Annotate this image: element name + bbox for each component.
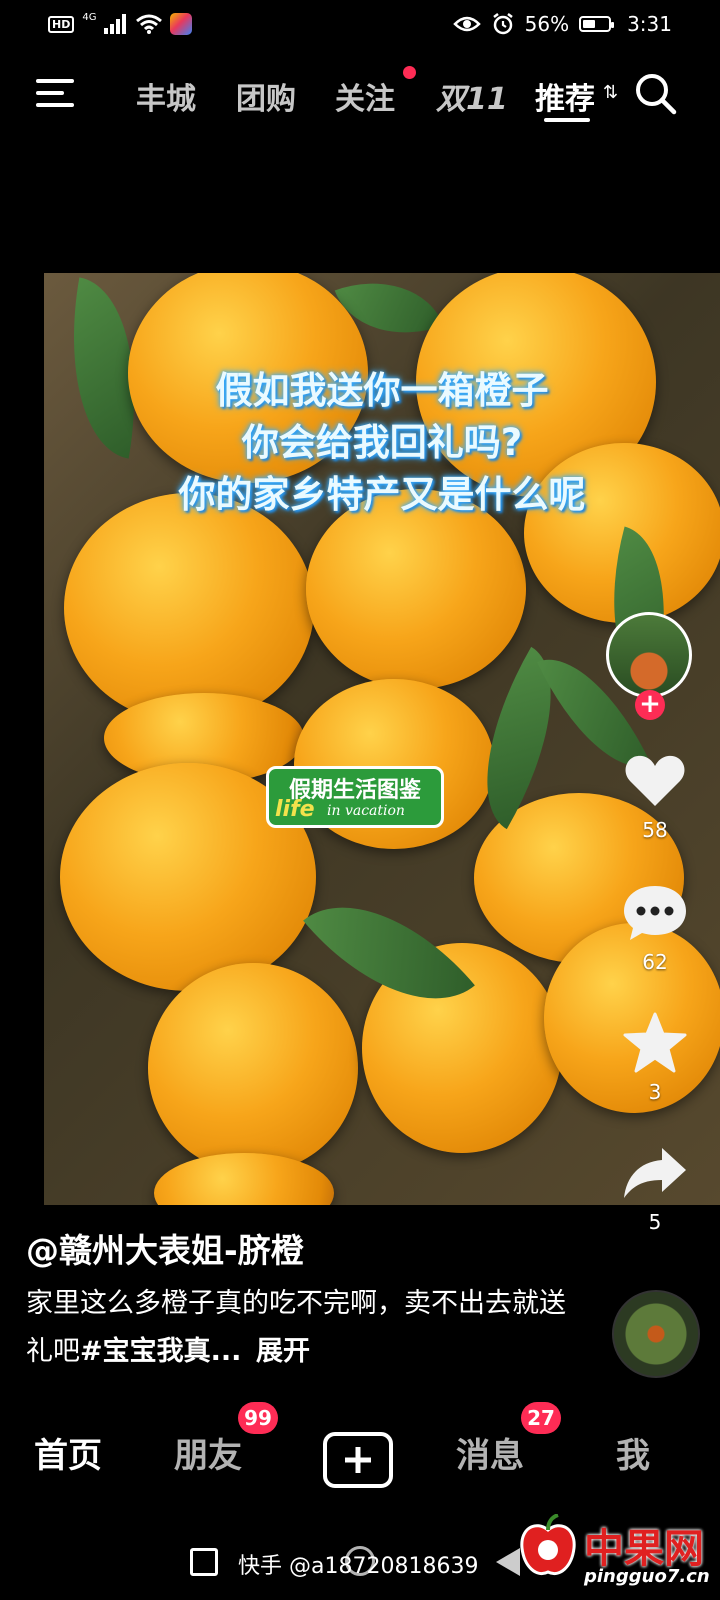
watermark-vacation: in vacation xyxy=(327,803,405,819)
comment-count: 62 xyxy=(642,950,668,974)
overlay-line-1: 假如我送你一箱橙子 xyxy=(215,369,549,412)
hd-indicator: HD xyxy=(48,15,75,33)
share-count: 5 xyxy=(648,1210,662,1234)
comment-icon[interactable] xyxy=(622,880,688,946)
clock: 3:31 xyxy=(627,12,672,36)
menu-icon[interactable] xyxy=(36,76,76,110)
following-dot xyxy=(403,66,416,79)
tab-double-11[interactable]: 双11 xyxy=(436,74,508,118)
active-tab-indicator xyxy=(544,118,590,122)
signal-icon xyxy=(104,14,127,34)
wifi-icon xyxy=(136,14,163,34)
orange xyxy=(148,963,358,1173)
nav-me[interactable]: 我 xyxy=(616,1428,650,1477)
create-button[interactable] xyxy=(323,1432,393,1488)
music-disc[interactable] xyxy=(612,1290,700,1378)
like-count: 58 xyxy=(642,818,668,842)
overlay-line-3: 你的家乡特产又是什么呢 xyxy=(178,473,586,516)
heart-icon[interactable] xyxy=(622,748,688,814)
recents-button[interactable] xyxy=(190,1548,218,1576)
tab-fengcheng[interactable]: 丰城 xyxy=(136,74,196,118)
video-watermark: 假期生活图鉴 life in vacation xyxy=(266,766,444,828)
network-type: 4G xyxy=(82,11,97,23)
bottom-nav: 首页 朋友 99 消息 27 我 xyxy=(0,1402,720,1510)
share-icon[interactable] xyxy=(622,1140,688,1206)
overlay-line-2: 你会给我回礼吗? xyxy=(241,421,523,464)
nav-home[interactable]: 首页 xyxy=(34,1428,102,1477)
sort-icon: ⇅ xyxy=(603,82,619,103)
top-tab-bar: 丰城 团购 关注 双11 推荐 ⇅ xyxy=(0,60,720,130)
author-avatar[interactable] xyxy=(606,612,692,698)
video-player[interactable]: 假如我送你一箱橙子 你会给我回礼吗? 你的家乡特产又是什么呢 假期生活图鉴 li… xyxy=(44,273,720,1205)
messages-badge: 27 xyxy=(521,1402,561,1434)
nav-friends[interactable]: 朋友 xyxy=(174,1428,242,1477)
star-icon[interactable] xyxy=(622,1010,688,1076)
tab-recommend[interactable]: 推荐 xyxy=(535,74,595,118)
home-button[interactable] xyxy=(345,1546,375,1576)
notification-app-icon xyxy=(170,13,193,35)
battery-icon xyxy=(579,16,615,32)
site-url: pingguo7.cn xyxy=(584,1566,710,1587)
battery-percent: 56% xyxy=(524,12,570,36)
favorite-count: 3 xyxy=(648,1080,662,1104)
nav-messages[interactable]: 消息 xyxy=(456,1428,524,1477)
apple-logo-icon xyxy=(520,1514,576,1575)
author-name[interactable]: @赣州大表姐-脐橙 xyxy=(26,1224,304,1272)
site-watermark: 中果网 pingguo7.cn xyxy=(518,1510,718,1596)
expand-link[interactable]: 展开 xyxy=(256,1336,310,1367)
back-button[interactable] xyxy=(496,1548,520,1576)
watermark-life: life xyxy=(275,797,315,822)
eye-icon xyxy=(452,16,481,32)
tab-group-buy[interactable]: 团购 xyxy=(236,74,296,118)
status-bar: HD 4G 56% 3:31 xyxy=(0,0,720,48)
tab-following[interactable]: 关注 xyxy=(335,74,395,118)
hashtag[interactable]: #宝宝我真... xyxy=(80,1336,241,1367)
orange xyxy=(64,493,314,723)
alarm-icon xyxy=(492,13,513,35)
video-description[interactable]: 家里这么多橙子真的吃不完啊，卖不出去就送礼吧#宝宝我真... 展开 xyxy=(26,1280,566,1376)
search-icon[interactable] xyxy=(634,72,678,116)
follow-button[interactable]: + xyxy=(635,690,665,720)
friends-badge: 99 xyxy=(238,1402,278,1434)
